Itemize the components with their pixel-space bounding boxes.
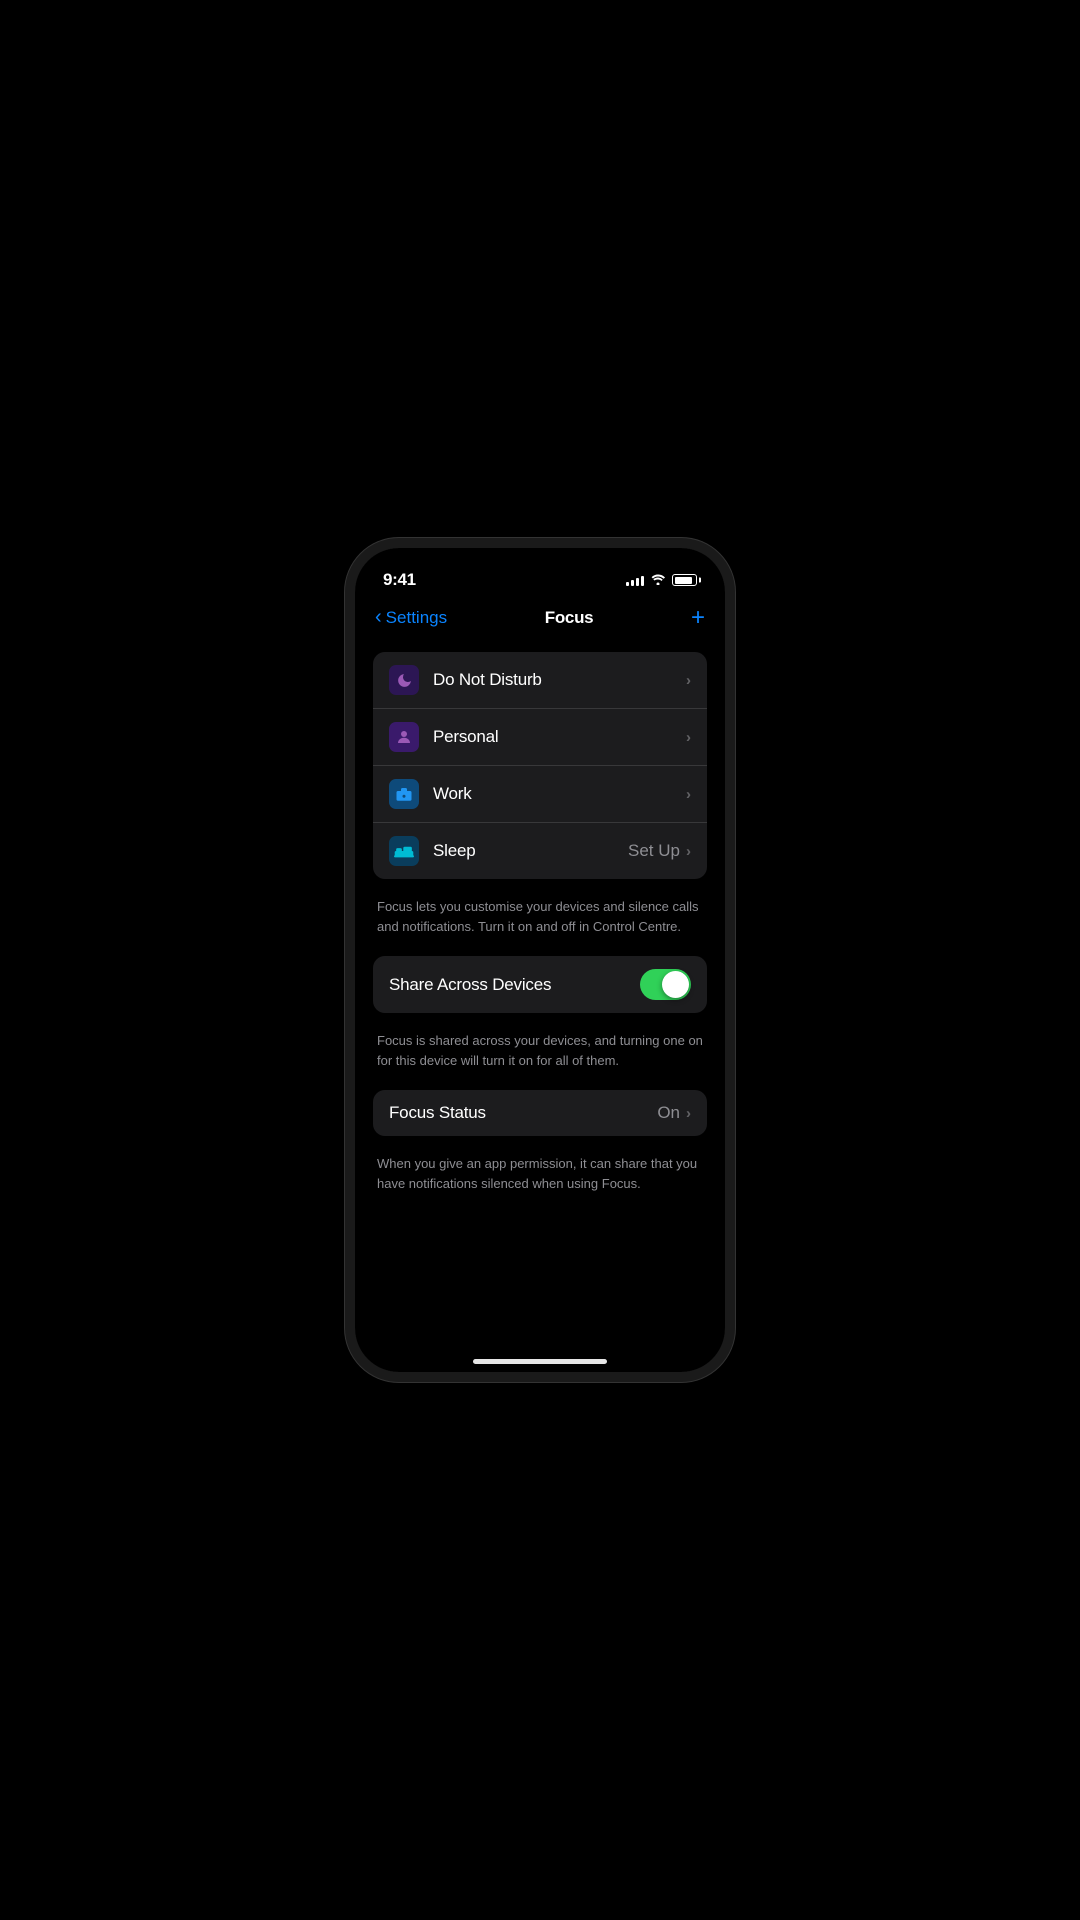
wifi-icon (650, 572, 666, 588)
phone-frame: 9:41 (345, 538, 735, 1382)
back-button[interactable]: ‹ Settings (375, 607, 447, 629)
do-not-disturb-label: Do Not Disturb (433, 670, 686, 690)
focus-status-value: On (657, 1103, 680, 1123)
content-area: Do Not Disturb › Personal › (355, 642, 725, 1338)
share-across-devices-group: Share Across Devices (373, 956, 707, 1013)
status-time: 9:41 (383, 570, 416, 590)
page-title: Focus (545, 608, 594, 628)
focus-status-description: When you give an app permission, it can … (373, 1144, 707, 1213)
home-bar (473, 1359, 607, 1364)
do-not-disturb-row[interactable]: Do Not Disturb › (373, 652, 707, 709)
focus-modes-group: Do Not Disturb › Personal › (373, 652, 707, 879)
add-button[interactable]: + (691, 606, 705, 630)
chevron-icon: › (686, 843, 691, 860)
work-icon (389, 779, 419, 809)
toggle-knob (662, 971, 689, 998)
moon-icon (389, 665, 419, 695)
personal-row[interactable]: Personal › (373, 709, 707, 766)
status-icons (626, 572, 697, 588)
person-icon (389, 722, 419, 752)
share-across-devices-toggle[interactable] (640, 969, 691, 1000)
sleep-label: Sleep (433, 841, 628, 861)
screen: 9:41 (355, 548, 725, 1372)
chevron-icon: › (686, 786, 691, 803)
back-chevron-icon: ‹ (375, 606, 382, 629)
nav-bar: ‹ Settings Focus + (355, 598, 725, 642)
focus-status-label: Focus Status (389, 1103, 657, 1123)
personal-label: Personal (433, 727, 686, 747)
focus-description: Focus lets you customise your devices an… (373, 887, 707, 956)
share-across-devices-label: Share Across Devices (389, 975, 551, 995)
work-label: Work (433, 784, 686, 804)
chevron-icon: › (686, 729, 691, 746)
back-label: Settings (386, 608, 447, 628)
share-across-devices-row[interactable]: Share Across Devices (373, 956, 707, 1013)
battery-icon (672, 574, 697, 586)
chevron-icon: › (686, 672, 691, 689)
home-indicator (355, 1338, 725, 1372)
focus-status-group: Focus Status On › (373, 1090, 707, 1136)
share-across-devices-description: Focus is shared across your devices, and… (373, 1021, 707, 1090)
focus-status-row[interactable]: Focus Status On › (373, 1090, 707, 1136)
sleep-icon (389, 836, 419, 866)
notch (480, 548, 600, 578)
work-row[interactable]: Work › (373, 766, 707, 823)
sleep-row[interactable]: Sleep Set Up › (373, 823, 707, 879)
signal-icon (626, 574, 644, 586)
sleep-value: Set Up (628, 841, 680, 861)
chevron-icon: › (686, 1105, 691, 1122)
